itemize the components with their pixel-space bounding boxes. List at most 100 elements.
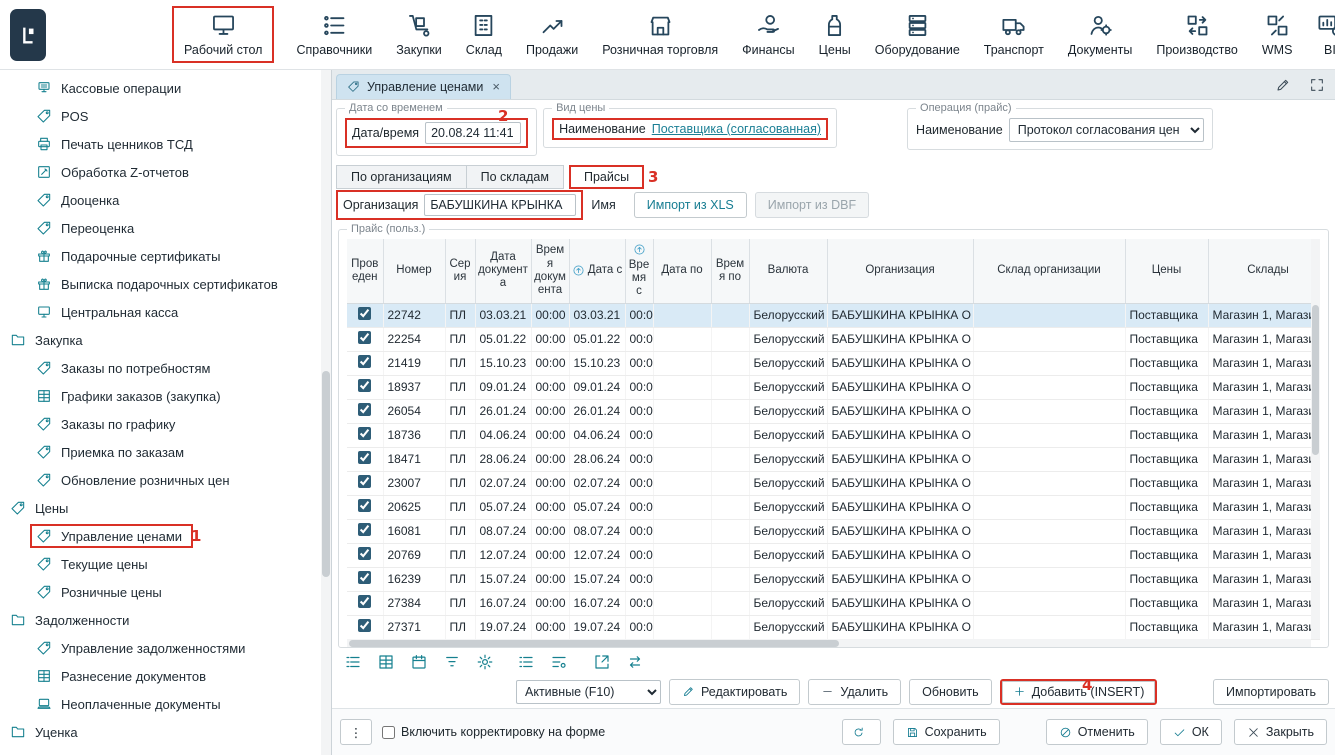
sidebar-scrollbar[interactable] bbox=[321, 70, 331, 755]
row-checkbox[interactable] bbox=[358, 595, 371, 608]
table-row[interactable]: 18937 ПЛ 09.01.24 00:00 09.01.24 00:00 Б… bbox=[347, 375, 1320, 399]
ribbon-item[interactable]: Розничная торговля bbox=[600, 8, 720, 61]
delete-button[interactable]: Удалить bbox=[808, 679, 901, 705]
row-checkbox[interactable] bbox=[358, 571, 371, 584]
table-row[interactable]: 16081 ПЛ 08.07.24 00:00 08.07.24 00:00 Б… bbox=[347, 519, 1320, 543]
table-row[interactable]: 18736 ПЛ 04.06.24 00:00 04.06.24 00:00 Б… bbox=[347, 423, 1320, 447]
col-doc-time[interactable]: Время документа bbox=[531, 239, 569, 303]
cancel-button[interactable]: Отменить bbox=[1046, 719, 1148, 745]
col-time-to[interactable]: Время по bbox=[711, 239, 749, 303]
close-button[interactable]: Закрыть bbox=[1234, 719, 1327, 745]
row-checkbox[interactable] bbox=[358, 331, 371, 344]
refresh-list-button[interactable]: Обновить bbox=[909, 679, 992, 705]
ribbon-item[interactable]: Продажи bbox=[524, 8, 580, 61]
ribbon-item[interactable]: Рабочий стол bbox=[172, 6, 274, 63]
datetime-input[interactable] bbox=[425, 122, 521, 144]
sidebar-item[interactable]: Обработка Z-отчетов bbox=[0, 158, 331, 186]
col-currency[interactable]: Валюта bbox=[749, 239, 827, 303]
import-button[interactable]: Импортировать bbox=[1213, 679, 1329, 705]
table-row[interactable]: 18471 ПЛ 28.06.24 00:00 28.06.24 00:00 Б… bbox=[347, 447, 1320, 471]
table-row[interactable]: 27371 ПЛ 19.07.24 00:00 19.07.24 00:00 Б… bbox=[347, 615, 1320, 639]
ribbon-item[interactable]: Оборудование bbox=[873, 8, 962, 61]
table-row[interactable]: 22742 ПЛ 03.03.21 00:00 03.03.21 00:00 Б… bbox=[347, 303, 1320, 327]
table-icon[interactable] bbox=[377, 653, 395, 671]
sort-asc-icon[interactable] bbox=[633, 243, 646, 256]
col-proveden[interactable]: Проведен bbox=[347, 239, 383, 303]
row-checkbox[interactable] bbox=[358, 355, 371, 368]
ribbon-item[interactable]: Склад bbox=[464, 8, 504, 61]
col-time-from[interactable]: Время с bbox=[625, 239, 653, 303]
table-hscroll-thumb[interactable] bbox=[349, 640, 839, 647]
viewlist-icon[interactable] bbox=[344, 653, 362, 671]
table-row[interactable]: 23007 ПЛ 02.07.24 00:00 02.07.24 00:00 Б… bbox=[347, 471, 1320, 495]
col-prices[interactable]: Цены bbox=[1125, 239, 1208, 303]
sidebar-item[interactable]: Дооценка bbox=[0, 186, 331, 214]
sidebar-item[interactable]: Управление задолженностями bbox=[0, 634, 331, 662]
table-row[interactable]: 20625 ПЛ 05.07.24 00:00 05.07.24 00:00 Б… bbox=[347, 495, 1320, 519]
edit-form-icon[interactable] bbox=[1275, 77, 1291, 93]
ok-button[interactable]: ОК bbox=[1160, 719, 1222, 745]
col-warehouses[interactable]: Склады bbox=[1208, 239, 1320, 303]
row-checkbox[interactable] bbox=[358, 451, 371, 464]
subtab[interactable]: По организациям bbox=[336, 165, 467, 189]
table-vertical-scrollbar[interactable] bbox=[1311, 239, 1320, 639]
table-row[interactable]: 21419 ПЛ 15.10.23 00:00 15.10.23 00:00 Б… bbox=[347, 351, 1320, 375]
row-checkbox[interactable] bbox=[358, 619, 371, 632]
operation-select[interactable]: Протокол согласования цен bbox=[1009, 118, 1204, 142]
col-series[interactable]: Серия bbox=[445, 239, 475, 303]
tab-close-icon[interactable]: × bbox=[492, 79, 500, 94]
row-checkbox[interactable] bbox=[358, 523, 371, 536]
sidebar-item[interactable]: Уценка bbox=[0, 718, 331, 746]
funnel-icon[interactable] bbox=[443, 653, 461, 671]
table-row[interactable]: 20769 ПЛ 12.07.24 00:00 12.07.24 00:00 Б… bbox=[347, 543, 1320, 567]
form-correction-checkbox[interactable] bbox=[382, 726, 395, 739]
row-checkbox[interactable] bbox=[358, 427, 371, 440]
sidebar-item[interactable]: Розничные цены bbox=[0, 578, 331, 606]
sidebar-item[interactable]: Задолженности bbox=[0, 606, 331, 634]
ribbon-item[interactable]: Производство bbox=[1154, 8, 1240, 61]
olist-icon[interactable] bbox=[517, 653, 535, 671]
ribbon-item[interactable]: Финансы bbox=[740, 8, 796, 61]
sort-asc-icon[interactable] bbox=[572, 264, 585, 277]
sidebar-item[interactable]: Подарочные сертификаты bbox=[0, 242, 331, 270]
ribbon-item[interactable]: BI bbox=[1314, 8, 1335, 61]
gear-icon[interactable] bbox=[476, 653, 494, 671]
col-doc-date[interactable]: Дата документа bbox=[475, 239, 531, 303]
sidebar-item[interactable]: Кассовые операции bbox=[0, 74, 331, 102]
import-dbf-button[interactable]: Импорт из DBF bbox=[755, 192, 869, 218]
app-logo[interactable] bbox=[10, 9, 46, 61]
row-checkbox[interactable] bbox=[358, 379, 371, 392]
ribbon-item[interactable]: Цены bbox=[817, 8, 853, 61]
sidebar-item[interactable]: Разнесение документов bbox=[0, 662, 331, 690]
table-row[interactable]: 16239 ПЛ 15.07.24 00:00 15.07.24 00:00 Б… bbox=[347, 567, 1320, 591]
col-date-to[interactable]: Дата по bbox=[653, 239, 711, 303]
tab-price-management[interactable]: Управление ценами × bbox=[336, 74, 511, 99]
row-checkbox[interactable] bbox=[358, 475, 371, 488]
sidebar-item[interactable]: Заказы по графику bbox=[0, 410, 331, 438]
refresh-button[interactable] bbox=[842, 719, 881, 745]
more-button[interactable]: ⋮ bbox=[340, 719, 372, 745]
row-checkbox[interactable] bbox=[358, 403, 371, 416]
listcfg-icon[interactable] bbox=[550, 653, 568, 671]
sidebar-item[interactable]: Управление ценами bbox=[30, 524, 193, 548]
col-number[interactable]: Номер bbox=[383, 239, 445, 303]
ribbon-item[interactable]: Документы bbox=[1066, 8, 1134, 61]
sidebar-item[interactable]: Цены bbox=[0, 494, 331, 522]
organization-input[interactable] bbox=[424, 194, 576, 216]
sidebar-item[interactable]: Печать ценников ТСД bbox=[0, 130, 331, 158]
col-date-from[interactable]: Дата с bbox=[569, 239, 625, 303]
sidebar-scrollbar-thumb[interactable] bbox=[322, 371, 330, 577]
table-vscroll-thumb[interactable] bbox=[1312, 305, 1319, 455]
table-row[interactable]: 27384 ПЛ 16.07.24 00:00 16.07.24 00:00 Б… bbox=[347, 591, 1320, 615]
external-icon[interactable] bbox=[593, 653, 611, 671]
sidebar-item[interactable]: POS bbox=[0, 102, 331, 130]
sidebar-item[interactable]: Графики заказов (закупка) bbox=[0, 382, 331, 410]
edit-button[interactable]: Редактировать bbox=[669, 679, 800, 705]
row-checkbox[interactable] bbox=[358, 307, 371, 320]
swap-icon[interactable] bbox=[626, 653, 644, 671]
import-xls-button[interactable]: Импорт из XLS bbox=[634, 192, 747, 218]
subtab[interactable]: Прайсы bbox=[569, 165, 644, 189]
sidebar-item[interactable]: Переоценка bbox=[0, 214, 331, 242]
sidebar-item[interactable]: Неоплаченные документы bbox=[0, 690, 331, 718]
add-button[interactable]: Добавить (INSERT) bbox=[1000, 679, 1158, 705]
